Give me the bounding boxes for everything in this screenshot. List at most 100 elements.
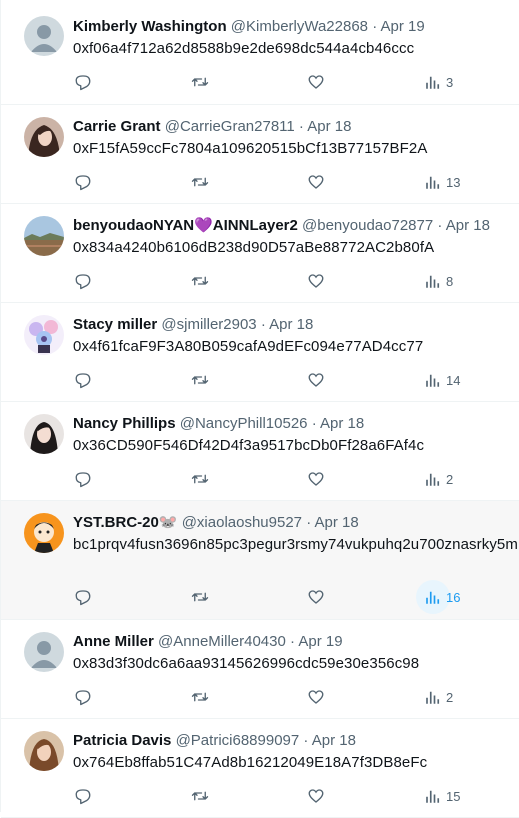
reply-button[interactable] [66,462,100,496]
like-button[interactable] [299,680,333,714]
retweet-icon [191,375,209,385]
display-name[interactable]: YST.BRC-20🐭 [73,514,178,531]
retweet-icon [191,177,209,187]
reply-button[interactable] [66,580,100,614]
views-button[interactable]: 8 [416,264,453,298]
tweet-item[interactable]: Kimberly Washington @KimberlyWa22868 · A… [1,0,519,105]
heart-icon [308,75,324,89]
like-button[interactable] [299,165,333,199]
display-name[interactable]: Stacy miller [73,316,157,333]
retweet-button[interactable] [183,264,217,298]
avatar[interactable] [24,513,64,553]
view-count: 13 [446,174,461,190]
tweet-item[interactable]: Patricia Davis @Patrici68899097 · Apr 18… [1,719,519,818]
display-name[interactable]: Nancy Phillips [73,415,176,432]
analytics-icon [416,779,450,813]
views-button[interactable]: 16 [416,580,460,614]
like-button[interactable] [299,580,333,614]
timestamp[interactable]: Apr 18 [320,415,364,432]
retweet-icon [191,592,209,602]
tweet-item[interactable]: YST.BRC-20🐭 @xiaolaoshu9527 · Apr 18 bc1… [1,501,519,620]
tweet-header: Patricia Davis @Patrici68899097 · Apr 18 [73,731,519,751]
reply-button[interactable] [66,363,100,397]
tweet-item[interactable]: Stacy miller @sjmiller2903 · Apr 18 0x4f… [1,303,519,402]
view-count: 14 [446,372,461,388]
reply-button[interactable] [66,779,100,813]
reply-button[interactable] [66,165,100,199]
user-handle[interactable]: @xiaolaoshu9527 [182,514,302,531]
views-button[interactable]: 14 [416,363,460,397]
views-button[interactable]: 2 [416,462,453,496]
timestamp[interactable]: Apr 18 [269,316,313,333]
retweet-icon [191,791,209,801]
view-count: 2 [446,471,454,487]
like-button[interactable] [299,462,333,496]
timestamp[interactable]: Apr 19 [381,18,425,35]
like-button[interactable] [299,779,333,813]
retweet-button[interactable] [183,462,217,496]
timestamp[interactable]: Apr 18 [446,217,490,234]
reply-button[interactable] [66,264,100,298]
like-button[interactable] [299,264,333,298]
avatar[interactable] [24,731,64,771]
user-handle[interactable]: @CarrieGran27811 [165,118,295,135]
profile-photo-icon [24,731,64,771]
user-handle[interactable]: @benyoudao72877 [302,217,433,234]
avatar[interactable] [24,632,64,672]
heart-icon [308,175,324,189]
retweet-button[interactable] [183,65,217,99]
timestamp[interactable]: Apr 19 [298,633,342,650]
user-handle[interactable]: @sjmiller2903 [161,316,256,333]
tweet-item[interactable]: Carrie Grant @CarrieGran27811 · Apr 18 0… [1,105,519,204]
separator-dot: · [306,514,312,531]
like-button[interactable] [299,65,333,99]
reply-icon [75,274,91,290]
separator-dot: · [311,415,317,432]
tweet-text: 0xF15fA59ccFc7804a109620515bCf13B77157BF… [73,140,428,157]
views-button[interactable]: 3 [416,65,453,99]
tweet-header: benyoudaoNYAN💜AINNLayer2 @benyoudao72877… [73,216,519,236]
retweet-button[interactable] [183,363,217,397]
tweet-header: Stacy miller @sjmiller2903 · Apr 18 [73,315,519,335]
views-button[interactable]: 13 [416,165,460,199]
user-handle[interactable]: @KimberlyWa22868 [231,18,368,35]
reply-icon [75,590,91,606]
user-handle[interactable]: @AnneMiller40430 [158,633,286,650]
retweet-button[interactable] [183,680,217,714]
user-handle[interactable]: @Patrici68899097 [176,732,300,749]
display-name[interactable]: Anne Miller [73,633,154,650]
tweet-feed: Kimberly Washington @KimberlyWa22868 · A… [0,0,519,818]
views-button[interactable]: 2 [416,680,453,714]
tweet-item[interactable]: benyoudaoNYAN💜AINNLayer2 @benyoudao72877… [1,204,519,303]
flower-illustration-icon [24,315,64,355]
retweet-button[interactable] [183,580,217,614]
like-button[interactable] [299,363,333,397]
user-handle[interactable]: @NancyPhill10526 [180,415,308,432]
view-count: 3 [446,74,454,90]
timestamp[interactable]: Apr 18 [315,514,359,531]
heart-icon [308,274,324,288]
display-name[interactable]: Carrie Grant [73,118,161,135]
reply-icon [75,373,91,389]
display-name[interactable]: Kimberly Washington [73,18,227,35]
avatar[interactable] [24,16,64,56]
tweet-item[interactable]: Anne Miller @AnneMiller40430 · Apr 19 0x… [1,620,519,719]
tweet-item[interactable]: Nancy Phillips @NancyPhill10526 · Apr 18… [1,402,519,501]
retweet-button[interactable] [183,779,217,813]
avatar[interactable] [24,414,64,454]
avatar[interactable] [24,216,64,256]
reply-button[interactable] [66,680,100,714]
retweet-button[interactable] [183,165,217,199]
display-name[interactable]: benyoudaoNYAN💜AINNLayer2 [73,217,298,234]
avatar[interactable] [24,315,64,355]
timestamp[interactable]: Apr 18 [307,118,351,135]
reply-button[interactable] [66,65,100,99]
separator-dot: · [372,18,378,35]
landscape-photo-icon [24,216,64,256]
analytics-icon [416,165,450,199]
views-button[interactable]: 15 [416,779,460,813]
avatar[interactable] [24,117,64,157]
display-name[interactable]: Patricia Davis [73,732,171,749]
timestamp[interactable]: Apr 18 [312,732,356,749]
separator-dot: · [290,633,296,650]
